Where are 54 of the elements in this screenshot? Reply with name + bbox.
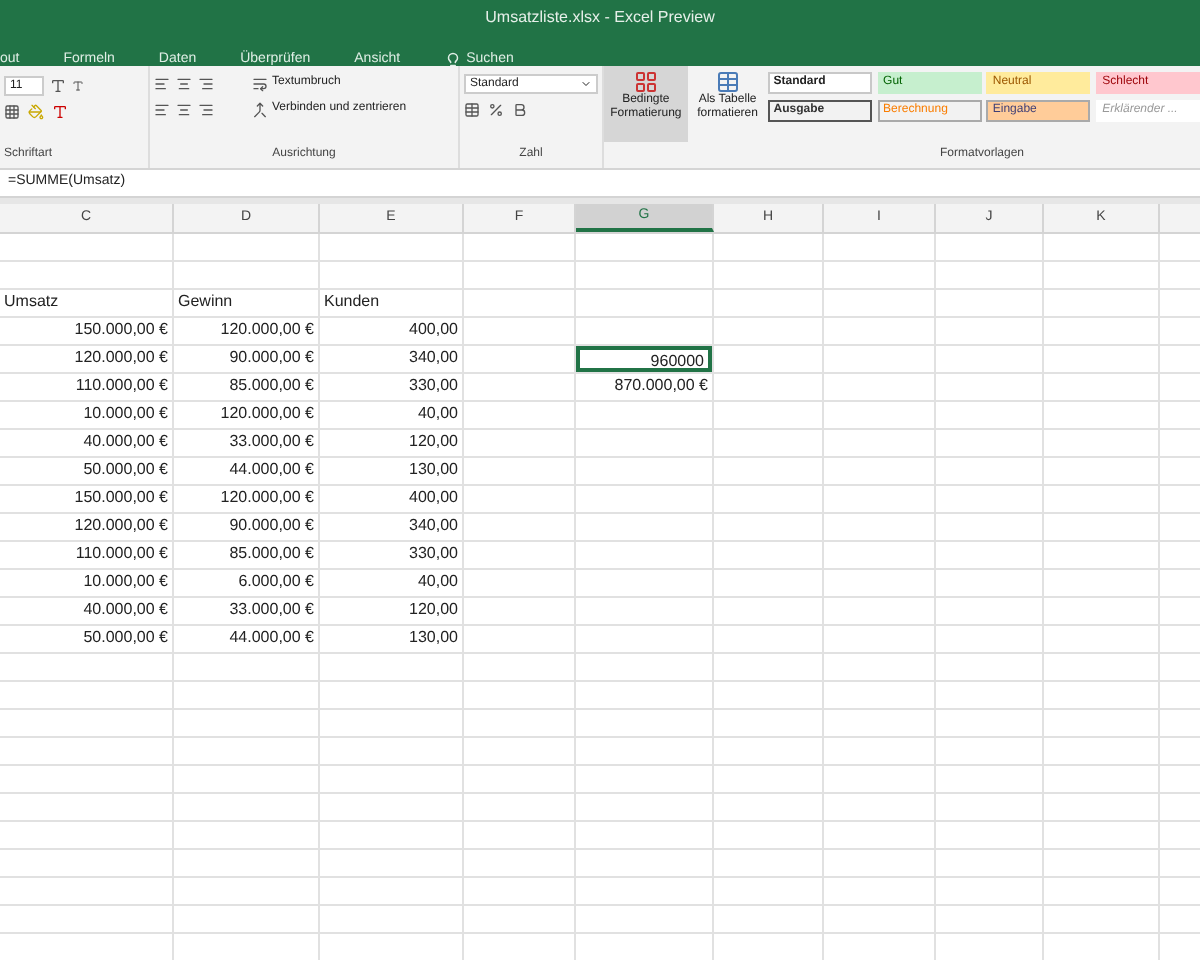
fill-color-icon[interactable]: [28, 104, 44, 120]
table-cell-text: 110.000,00 €: [73, 374, 170, 398]
table-cell-text: 120.000,00 €: [72, 514, 170, 538]
borders-icon[interactable]: [4, 104, 20, 120]
table-cell-text: 330,00: [407, 374, 460, 398]
table-cell-text: 130,00: [407, 458, 460, 482]
window-title: Umsatzliste.xlsx - Excel Preview: [485, 6, 715, 30]
table-cell-text: 44.000,00 €: [227, 458, 316, 482]
table-cell-text: 40,00: [415, 402, 460, 426]
align-center-icon[interactable]: [176, 101, 192, 117]
table-cell-text: Umsatz: [2, 290, 61, 314]
align-right-icon[interactable]: [198, 101, 214, 117]
table-cell-text: 40.000,00 €: [81, 598, 170, 622]
table-cell-text: 85.000,00 €: [227, 374, 316, 398]
table-cell-text: 150.000,00 €: [72, 318, 170, 342]
table-cell-text: 120.000,00 €: [218, 402, 316, 426]
wrap-text-icon: [252, 75, 268, 91]
table-cell-text: 6.000,00 €: [236, 570, 316, 594]
table-cell-text: 10.000,00 €: [81, 402, 170, 426]
table-cell-text: 110.000,00 €: [73, 542, 170, 566]
table-cell-text: 50.000,00 €: [81, 626, 170, 650]
table-cell-text: 90.000,00 €: [227, 514, 316, 538]
table-cell-text: 130,00: [407, 626, 460, 650]
table-cell-text: 90.000,00 €: [227, 346, 316, 370]
table-cell-text: 120,00: [407, 430, 460, 454]
dropdown-caret-icon: [580, 78, 592, 90]
table-cell: 960000: [576, 346, 712, 372]
align-left-icon[interactable]: [154, 101, 170, 117]
table-cell-text: 120.000,00 €: [72, 346, 170, 370]
table-icon: [715, 70, 740, 94]
table-cell-text: 40,00: [415, 570, 460, 594]
table-cell-text: 50.000,00 €: [81, 458, 170, 482]
table-cell-text: 44.000,00 €: [227, 626, 316, 650]
percent-icon[interactable]: [488, 102, 504, 118]
table-cell-text: Gewinn: [176, 290, 235, 314]
table-cell-text: 340,00: [407, 514, 460, 538]
table-cell-text: 400,00: [407, 486, 460, 510]
table-cell-text: 120.000,00 €: [218, 486, 316, 510]
merge-icon: [252, 101, 268, 117]
table-cell-text: Kunden: [322, 290, 382, 314]
table-cell-text: 33.000,00 €: [227, 598, 316, 622]
table-cell-text: 150.000,00 €: [72, 486, 170, 510]
grid-icon: [633, 70, 658, 94]
font-color-icon[interactable]: [52, 104, 68, 120]
table-cell-text: 120,00: [407, 598, 460, 622]
table-cell-text: 870.000,00 €: [612, 374, 710, 398]
table-cell-text: 120.000,00 €: [218, 318, 316, 342]
table-cell-text: 330,00: [407, 542, 460, 566]
table-cell-text: 400,00: [407, 318, 460, 342]
table-cell-text: 10.000,00 €: [81, 570, 170, 594]
table-cell-text: 40.000,00 €: [81, 430, 170, 454]
table-cell-text: 33.000,00 €: [227, 430, 316, 454]
table-cell-text: 340,00: [407, 346, 460, 370]
table-cell-text: 85.000,00 €: [227, 542, 316, 566]
